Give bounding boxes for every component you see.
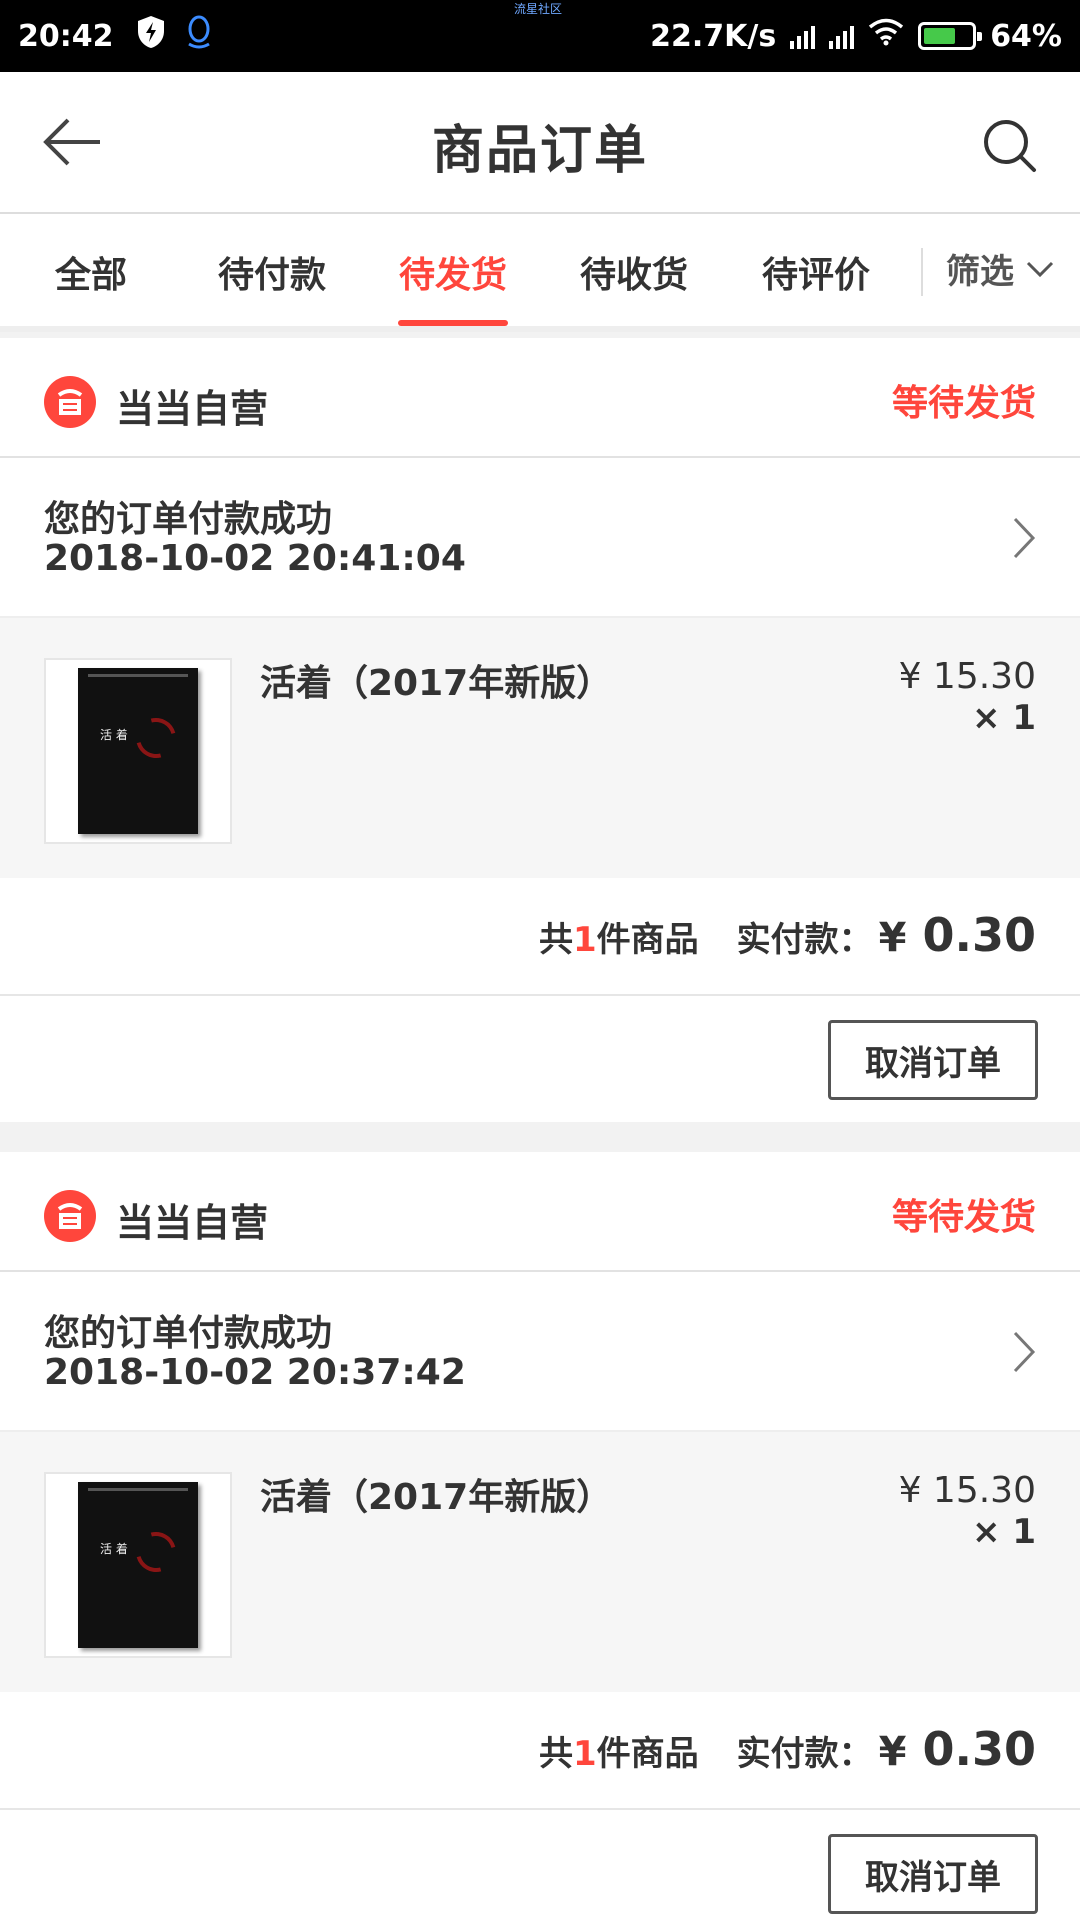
order-actions: 取消订单 (0, 996, 1080, 1122)
order-time: 2018-10-02 20:41:04 (44, 538, 466, 579)
carrier-label: 流星社区 (514, 2, 563, 16)
order-message: 您的订单付款成功 (44, 1313, 333, 1354)
item-title: 活着（2017年新版） (260, 1477, 613, 1518)
order-status: 等待发货 (891, 383, 1036, 424)
order-time: 2018-10-02 20:37:42 (44, 1352, 466, 1393)
dangdang-logo-icon (44, 376, 96, 428)
battery-icon (918, 22, 983, 50)
tab-pending-payment[interactable]: 待付款 (218, 246, 326, 298)
tab-divider (921, 248, 923, 296)
order-info-row[interactable]: 您的订单付款成功 2018-10-02 20:41:04 (0, 458, 1080, 618)
tab-pending-receipt[interactable]: 待收货 (580, 246, 688, 298)
order-item[interactable]: 活 着 活着（2017年新版） ¥ 15.30 × 1 (0, 1432, 1080, 1692)
qq-icon (184, 14, 214, 58)
item-title: 活着（2017年新版） (260, 663, 613, 704)
item-count: 共1件商品 (538, 1734, 699, 1774)
order-total-row: 共1件商品 实付款： ¥ 0.30 (0, 878, 1080, 996)
order-total: 共1件商品 实付款： ¥ 0.30 (539, 908, 1036, 962)
page-title: 商品订单 (431, 121, 648, 181)
item-quantity: × 1 (972, 698, 1036, 738)
filter-button[interactable]: 筛选 (946, 244, 1054, 293)
order-card: 当当自营 等待发货 您的订单付款成功 2018-10-02 20:37:42 活… (0, 1152, 1080, 1920)
search-icon[interactable] (980, 116, 1040, 176)
tab-pending-review[interactable]: 待评价 (762, 246, 870, 298)
signal-icon (829, 23, 855, 49)
order-card: 当当自营 等待发货 您的订单付款成功 2018-10-02 20:41:04 活… (0, 338, 1080, 1122)
shop-row[interactable]: 当当自营 等待发货 (0, 338, 1080, 458)
battery-percent: 64% (990, 18, 1062, 54)
paid-label: 实付款： (736, 1734, 873, 1774)
shop-name: 当当自营 (116, 387, 269, 431)
cancel-order-button[interactable]: 取消订单 (828, 1834, 1038, 1914)
order-total: 共1件商品 实付款： ¥ 0.30 (539, 1722, 1036, 1776)
status-bar: 20:42 流星社区 22.7K/s 64% (0, 0, 1080, 72)
item-count: 共1件商品 (538, 920, 699, 960)
chevron-right-icon (1013, 1331, 1036, 1373)
paid-label: 实付款： (736, 920, 873, 960)
currency-symbol: ¥ (878, 915, 907, 961)
shield-icon (136, 15, 166, 57)
cancel-order-button[interactable]: 取消订单 (828, 1020, 1038, 1100)
item-price: ¥ 15.30 (898, 656, 1036, 697)
filter-label: 筛选 (946, 252, 1014, 292)
order-item[interactable]: 活 着 活着（2017年新版） ¥ 15.30 × 1 (0, 618, 1080, 878)
active-tab-indicator (398, 320, 508, 326)
signal-icon (790, 23, 816, 49)
paid-amount: 0.30 (922, 908, 1037, 962)
order-info-row[interactable]: 您的订单付款成功 2018-10-02 20:37:42 (0, 1272, 1080, 1432)
item-quantity: × 1 (972, 1512, 1036, 1552)
item-price: ¥ 15.30 (898, 1470, 1036, 1511)
order-message: 您的订单付款成功 (44, 499, 333, 540)
chevron-right-icon (1013, 517, 1036, 559)
book-cover-image: 活 着 (44, 658, 232, 844)
currency-symbol: ¥ (878, 1729, 907, 1775)
order-tabs: 全部 待付款 待发货 待收货 待评价 筛选 (0, 214, 1080, 332)
dangdang-logo-icon (44, 1190, 96, 1242)
order-total-row: 共1件商品 实付款： ¥ 0.30 (0, 1692, 1080, 1810)
status-right: 22.7K/s 64% (650, 18, 1062, 54)
chevron-down-icon (1026, 261, 1054, 277)
paid-amount: 0.30 (922, 1722, 1037, 1776)
tab-all[interactable]: 全部 (55, 246, 127, 298)
status-time: 20:42 (18, 18, 114, 54)
order-status: 等待发货 (891, 1197, 1036, 1238)
shop-name: 当当自营 (116, 1201, 269, 1245)
shop-row[interactable]: 当当自营 等待发货 (0, 1152, 1080, 1272)
wifi-icon (868, 18, 904, 54)
book-cover-image: 活 着 (44, 1472, 232, 1658)
tab-pending-shipment[interactable]: 待发货 (399, 246, 507, 298)
network-speed: 22.7K/s (650, 18, 777, 54)
app-header: 商品订单 (0, 72, 1080, 214)
order-actions: 取消订单 (0, 1810, 1080, 1920)
